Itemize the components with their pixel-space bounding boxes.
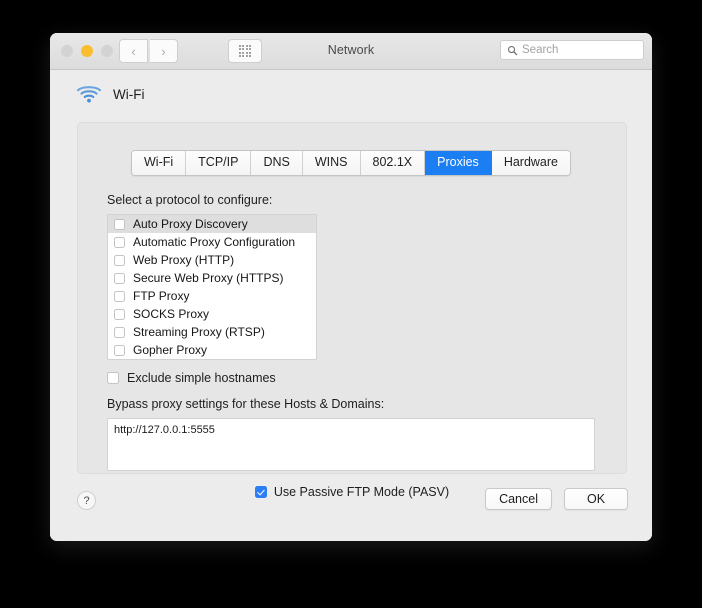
interface-header: Wi-Fi bbox=[76, 84, 144, 104]
protocol-checkbox[interactable] bbox=[114, 344, 125, 356]
tab-tcpip[interactable]: TCP/IP bbox=[186, 151, 252, 175]
exclude-simple-hostnames-checkbox[interactable] bbox=[107, 372, 119, 384]
tab-dns[interactable]: DNS bbox=[251, 151, 303, 175]
wifi-icon bbox=[76, 86, 102, 103]
ok-button[interactable]: OK bbox=[564, 488, 628, 510]
list-item[interactable]: Automatic Proxy Configuration bbox=[108, 233, 316, 251]
proxies-pane: Select a protocol to configure: Auto Pro… bbox=[107, 193, 597, 499]
window-body: Wi-Fi Wi-Fi TCP/IP DNS WINS 802.1X Proxi… bbox=[50, 70, 652, 541]
list-item[interactable]: Secure Web Proxy (HTTPS) bbox=[108, 269, 316, 287]
network-preferences-window: ‹ › Network Search Wi-Fi Wi-Fi TCP/IP DN… bbox=[50, 33, 652, 541]
tab-8021x[interactable]: 802.1X bbox=[360, 151, 426, 175]
protocol-label: Automatic Proxy Configuration bbox=[133, 235, 296, 249]
cancel-button[interactable]: Cancel bbox=[485, 488, 552, 510]
protocol-checkbox[interactable] bbox=[114, 218, 125, 230]
protocol-checkbox[interactable] bbox=[114, 308, 125, 320]
tab-bar: Wi-Fi TCP/IP DNS WINS 802.1X Proxies Har… bbox=[131, 150, 571, 176]
protocol-checkbox[interactable] bbox=[114, 236, 125, 248]
list-item[interactable]: Gopher Proxy bbox=[108, 341, 316, 359]
search-placeholder: Search bbox=[522, 44, 559, 56]
help-button[interactable]: ? bbox=[77, 491, 96, 510]
protocol-list-label: Select a protocol to configure: bbox=[107, 193, 273, 207]
search-field[interactable]: Search bbox=[500, 40, 644, 60]
window-titlebar: ‹ › Network Search bbox=[50, 33, 652, 70]
exclude-simple-hostnames-row[interactable]: Exclude simple hostnames bbox=[107, 371, 597, 385]
exclude-simple-hostnames-label: Exclude simple hostnames bbox=[127, 371, 276, 385]
protocol-checkbox[interactable] bbox=[114, 290, 125, 302]
desktop-background: ‹ › Network Search Wi-Fi Wi-Fi TCP/IP DN… bbox=[0, 0, 702, 608]
bypass-proxy-textarea[interactable]: http://127.0.0.1:5555 bbox=[107, 418, 595, 471]
footer-button-group: Cancel OK bbox=[485, 488, 628, 510]
protocol-checkbox[interactable] bbox=[114, 326, 125, 338]
tab-wifi[interactable]: Wi-Fi bbox=[132, 151, 187, 175]
dialog-footer: ? Cancel OK bbox=[50, 479, 652, 541]
bypass-proxy-label: Bypass proxy settings for these Hosts & … bbox=[107, 397, 385, 411]
list-item[interactable]: Auto Proxy Discovery bbox=[108, 215, 316, 233]
protocol-label: FTP Proxy bbox=[133, 289, 190, 303]
protocol-checkbox[interactable] bbox=[114, 254, 125, 266]
list-item[interactable]: SOCKS Proxy bbox=[108, 305, 316, 323]
protocol-label: SOCKS Proxy bbox=[133, 307, 210, 321]
protocol-list[interactable]: Auto Proxy Discovery Automatic Proxy Con… bbox=[107, 214, 317, 360]
protocol-label: Web Proxy (HTTP) bbox=[133, 253, 235, 267]
list-item[interactable]: FTP Proxy bbox=[108, 287, 316, 305]
interface-name: Wi-Fi bbox=[113, 86, 145, 102]
tab-hardware[interactable]: Hardware bbox=[491, 151, 570, 175]
tab-proxies[interactable]: Proxies bbox=[425, 151, 492, 175]
protocol-label: Auto Proxy Discovery bbox=[133, 217, 248, 231]
tab-wins[interactable]: WINS bbox=[302, 151, 361, 175]
protocol-label: Gopher Proxy bbox=[133, 343, 208, 357]
protocol-label: Streaming Proxy (RTSP) bbox=[133, 325, 265, 339]
protocol-label: Secure Web Proxy (HTTPS) bbox=[133, 271, 284, 285]
list-item[interactable]: Web Proxy (HTTP) bbox=[108, 251, 316, 269]
search-icon bbox=[507, 45, 518, 55]
protocol-checkbox[interactable] bbox=[114, 272, 125, 284]
list-item[interactable]: Streaming Proxy (RTSP) bbox=[108, 323, 316, 341]
